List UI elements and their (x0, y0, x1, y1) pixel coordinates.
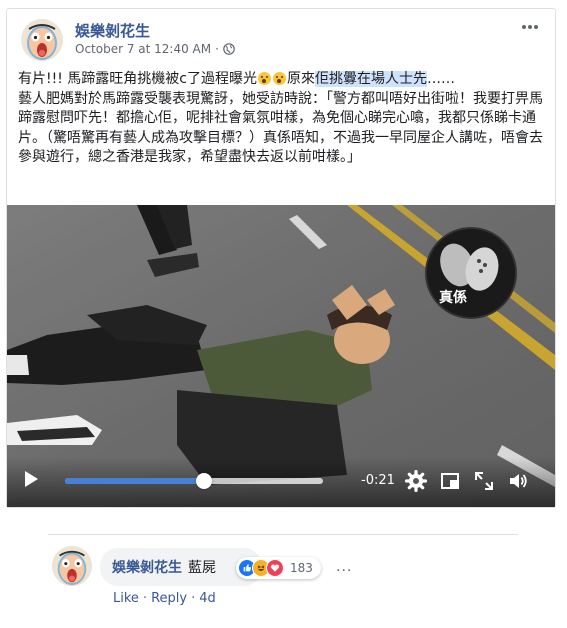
progress-handle[interactable] (196, 473, 213, 489)
love-reaction-icon (266, 559, 284, 577)
globe-icon[interactable] (223, 43, 235, 55)
video-player[interactable]: 真係 -0:21 (7, 205, 555, 507)
progress-bar[interactable] (65, 473, 323, 489)
post-text-body: 藝人肥媽對於馬蹄露受襲表現驚訝，她受訪時說：「警方都叫唔好出街啦！我要打畀馬蹄露… (18, 90, 543, 166)
dot-icon (522, 25, 526, 29)
post-options-button[interactable] (519, 17, 541, 37)
post-meta: October 7 at 12:40 AM · (75, 42, 235, 56)
action-separator: · (191, 591, 196, 606)
watermark-label: 真係 (439, 290, 467, 306)
selected-text: 佢挑釁在場人士先 (314, 71, 427, 87)
comment-options-button[interactable]: ··· (336, 563, 352, 579)
volume-icon[interactable] (507, 470, 529, 492)
comment-actions: Like · Reply · 4d (113, 591, 216, 606)
pip-icon[interactable] (439, 470, 461, 492)
video-controls: -0:21 (7, 457, 555, 507)
astonished-emoji-icon (257, 72, 271, 85)
reply-link[interactable]: Reply (151, 591, 187, 606)
settings-icon[interactable] (405, 470, 427, 492)
dot-icon (534, 25, 538, 29)
comment-age[interactable]: 4d (199, 591, 216, 606)
comment-reactions[interactable]: 183 (236, 557, 321, 579)
time-remaining: -0:21 (361, 473, 395, 488)
commenter-avatar[interactable] (52, 546, 92, 586)
fullscreen-icon[interactable] (473, 470, 495, 492)
post-text: 有片!!! 馬蹄露旺角挑機被c了過程曝光 原來佢挑釁在場人士先…… 藝人肥媽對於馬… (18, 70, 550, 168)
astonished-emoji-icon (272, 72, 286, 85)
screaming-face-icon (21, 19, 63, 61)
comment-author[interactable]: 娛樂剝花生 (112, 557, 182, 577)
comment-text: 藍屍 (188, 560, 216, 576)
reaction-count: 183 (290, 561, 313, 575)
post-card: 娛樂剝花生 October 7 at 12:40 AM · 有片!!! 馬蹄露旺… (6, 8, 556, 508)
meta-separator: · (215, 42, 219, 56)
page-name[interactable]: 娛樂剝花生 (75, 20, 150, 41)
play-icon[interactable] (25, 471, 38, 487)
screaming-face-icon (52, 546, 92, 586)
page-avatar[interactable] (21, 19, 63, 61)
dot-icon (528, 25, 532, 29)
action-separator: · (142, 591, 148, 606)
post-text-line1: 有片!!! 馬蹄露旺角挑機被c了過程曝光 (18, 71, 257, 87)
like-link[interactable]: Like (113, 591, 139, 606)
progress-fill (65, 478, 205, 484)
post-timestamp[interactable]: October 7 at 12:40 AM (75, 42, 211, 56)
post-text-line1-b: 原來 (286, 71, 315, 87)
channel-watermark: 真係 (425, 227, 517, 319)
comment-divider (48, 534, 518, 535)
post-text-ellipsis: …… (426, 71, 455, 87)
